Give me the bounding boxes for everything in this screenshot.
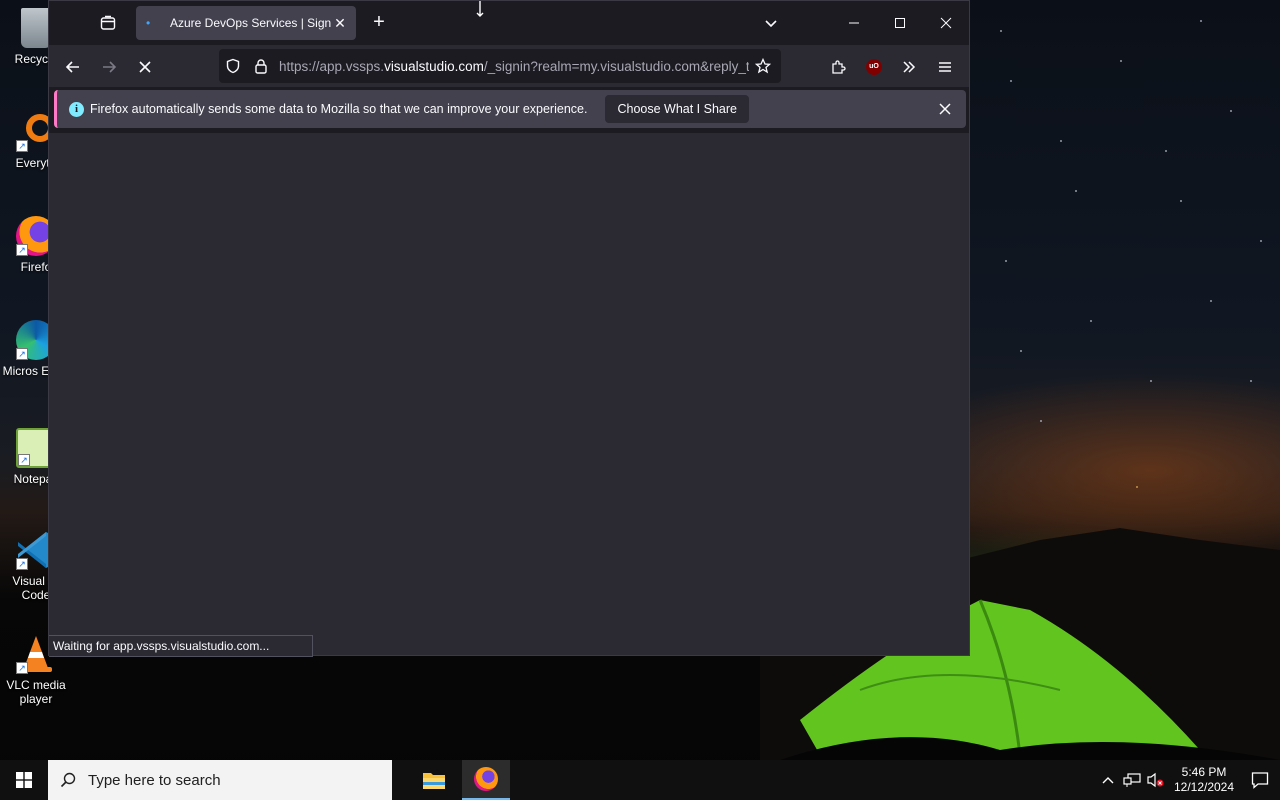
tab-bar: • Azure DevOps Services | Sign In ✕ + — [49, 1, 969, 45]
page-content-loading — [49, 133, 969, 655]
choose-what-i-share-button[interactable]: Choose What I Share — [605, 95, 749, 123]
firefox-window: • Azure DevOps Services | Sign In ✕ + ht… — [48, 0, 970, 657]
shortcut-arrow-icon: ↗ — [16, 558, 28, 570]
taskbar-clock[interactable]: 5:46 PM 12/12/2024 — [1168, 765, 1240, 795]
shortcut-arrow-icon: ↗ — [16, 140, 28, 152]
url-prefix: https://app.vssps. — [279, 58, 385, 74]
ublock-origin-button[interactable]: uO — [860, 53, 888, 81]
close-icon — [939, 103, 951, 115]
maximize-button[interactable] — [877, 1, 923, 45]
action-center-button[interactable] — [1240, 771, 1280, 789]
shortcut-arrow-icon: ↗ — [16, 244, 28, 256]
puzzle-icon — [832, 60, 846, 74]
start-button[interactable] — [0, 760, 48, 800]
list-all-tabs-button[interactable] — [759, 11, 783, 35]
stop-button[interactable] — [131, 53, 159, 81]
close-icon — [940, 17, 952, 29]
maximize-icon — [895, 18, 905, 28]
folder-icon — [423, 773, 445, 789]
url-path: /_signin?realm=my.visualstudio.com&reply… — [483, 58, 749, 74]
recycle-bin-icon — [21, 8, 51, 48]
more-tools-button[interactable] — [895, 53, 923, 81]
volume-muted-icon[interactable] — [1144, 760, 1168, 800]
shortcut-arrow-icon: ↗ — [18, 454, 30, 466]
back-button[interactable] — [59, 53, 87, 81]
arrow-right-icon — [103, 61, 117, 73]
url-text[interactable]: https://app.vssps.visualstudio.com/_sign… — [275, 59, 749, 74]
double-chevron-right-icon — [903, 61, 916, 73]
app-menu-button[interactable] — [931, 53, 959, 81]
tab-close-button[interactable]: ✕ — [332, 15, 348, 32]
minimize-icon — [849, 22, 859, 24]
loading-favicon-icon: • — [146, 16, 151, 30]
telemetry-notification-bar: i Firefox automatically sends some data … — [54, 90, 966, 128]
bookmark-star-icon[interactable] — [749, 52, 777, 80]
notification-bubble-icon — [1251, 772, 1269, 789]
address-bar[interactable]: https://app.vssps.visualstudio.com/_sign… — [219, 49, 781, 83]
windows-taskbar: Type here to search 5:46 PM 12/12/2024 — [0, 760, 1280, 800]
tracking-protection-shield-icon[interactable] — [219, 52, 247, 80]
url-domain: visualstudio.com — [384, 58, 484, 74]
network-icon[interactable] — [1120, 760, 1144, 800]
chevron-up-icon — [1102, 777, 1114, 784]
shortcut-arrow-icon: ↗ — [16, 348, 28, 360]
shortcut-arrow-icon: ↗ — [16, 662, 28, 674]
notification-close-button[interactable] — [934, 98, 956, 120]
clock-date: 12/12/2024 — [1173, 780, 1235, 794]
minimize-button[interactable] — [831, 1, 877, 45]
firefox-view-button[interactable] — [95, 11, 121, 35]
search-placeholder: Type here to search — [88, 771, 221, 789]
taskbar-firefox[interactable] — [462, 760, 510, 800]
clock-time: 5:46 PM — [1181, 765, 1227, 779]
tab-azure-devops[interactable]: • Azure DevOps Services | Sign In ✕ — [136, 6, 356, 40]
navigation-toolbar: https://app.vssps.visualstudio.com/_sign… — [49, 45, 969, 87]
tab-title: Azure DevOps Services | Sign In — [170, 16, 332, 30]
close-window-button[interactable] — [923, 1, 969, 45]
lock-icon[interactable] — [247, 52, 275, 80]
hamburger-menu-icon — [939, 62, 951, 72]
mouse-cursor-icon — [476, 1, 484, 17]
firefox-icon — [474, 767, 498, 791]
system-tray: 5:46 PM 12/12/2024 — [1096, 760, 1280, 800]
windows-logo-icon — [16, 772, 32, 788]
status-panel: Waiting for app.vssps.visualstudio.com..… — [49, 635, 313, 657]
new-tab-button[interactable]: + — [367, 11, 391, 35]
chevron-down-icon — [765, 20, 777, 28]
notification-message: Firefox automatically sends some data to… — [90, 102, 588, 116]
desktop-icon-label: VLC media player — [6, 678, 66, 706]
info-icon: i — [69, 101, 84, 117]
extensions-button[interactable] — [824, 53, 852, 81]
search-icon — [48, 772, 88, 788]
taskbar-file-explorer[interactable] — [410, 760, 458, 800]
firefox-view-icon — [100, 15, 116, 30]
show-hidden-icons-button[interactable] — [1096, 760, 1120, 800]
forward-button[interactable] — [95, 53, 123, 81]
ublock-icon: uO — [866, 59, 882, 75]
stop-icon — [139, 61, 151, 73]
taskbar-search-box[interactable]: Type here to search — [48, 760, 392, 800]
arrow-left-icon — [65, 61, 79, 73]
